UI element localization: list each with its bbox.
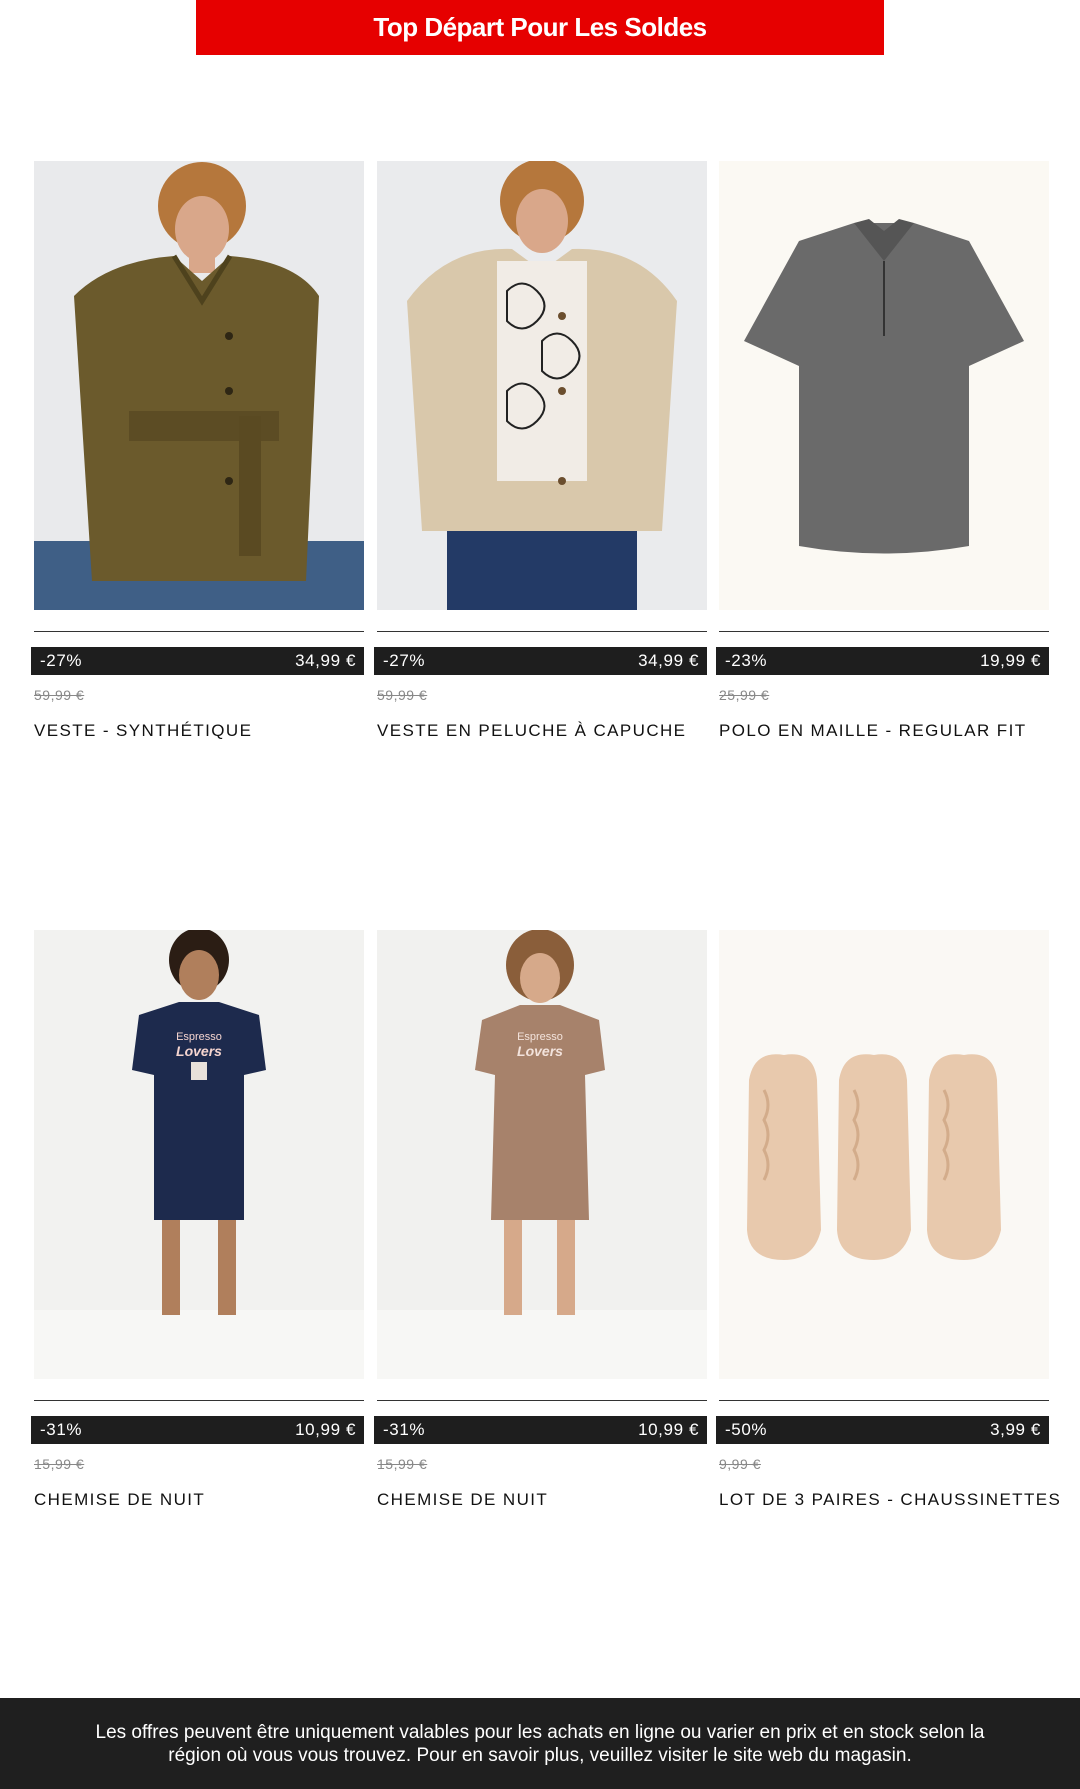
original-price: 9,99 € [719, 1456, 761, 1472]
original-price: 59,99 € [377, 687, 428, 703]
original-price: 59,99 € [34, 687, 85, 703]
disclaimer-footer: Les offres peuvent être uniquement valab… [0, 1698, 1080, 1789]
original-price: 25,99 € [719, 687, 770, 703]
price-bar: -27% 34,99 € [374, 647, 707, 675]
promo-banner[interactable]: Top Départ Pour Les Soldes [196, 0, 884, 55]
product-image-sock-liners[interactable] [719, 930, 1049, 1379]
price-bar: -27% 34,99 € [31, 647, 364, 675]
print-line-1: Espresso [517, 1031, 563, 1043]
divider [34, 1400, 364, 1401]
product-name[interactable]: VESTE EN PELUCHE À CAPUCHE [377, 721, 686, 741]
sale-price: 3,99 € [990, 1420, 1041, 1439]
product-name[interactable]: CHEMISE DE NUIT [377, 1490, 548, 1510]
product-name[interactable]: POLO EN MAILLE - REGULAR FIT [719, 721, 1026, 741]
divider [377, 631, 707, 632]
price-bar: -31% 10,99 € [31, 1416, 364, 1444]
divider [377, 1400, 707, 1401]
disclaimer-text: Les offres peuvent être uniquement valab… [95, 1721, 985, 1766]
price-bar: -23% 19,99 € [716, 647, 1049, 675]
price-bar: -50% 3,99 € [716, 1416, 1049, 1444]
divider [719, 1400, 1049, 1401]
product-image-olive-jacket[interactable] [34, 161, 364, 610]
print-line-2: Lovers [517, 1043, 563, 1059]
price-bar: -31% 10,99 € [374, 1416, 707, 1444]
original-price: 15,99 € [34, 1456, 85, 1472]
divider [719, 631, 1049, 632]
print-line-2: Lovers [176, 1043, 222, 1059]
sale-price: 34,99 € [295, 651, 356, 670]
product-image-taupe-nightshirt[interactable]: Espresso Lovers [377, 930, 707, 1379]
sale-price: 34,99 € [638, 651, 699, 670]
product-name[interactable]: VESTE - SYNTHÉTIQUE [34, 721, 252, 741]
product-image-teddy-jacket[interactable] [377, 161, 707, 610]
discount-badge: -23% [725, 651, 768, 670]
banner-title: Top Départ Pour Les Soldes [373, 12, 707, 42]
sale-price: 10,99 € [295, 1420, 356, 1439]
product-image-knit-polo[interactable] [719, 161, 1049, 610]
discount-badge: -31% [40, 1420, 83, 1439]
discount-badge: -27% [383, 651, 426, 670]
sale-price: 10,99 € [638, 1420, 699, 1439]
sale-price: 19,99 € [980, 651, 1041, 670]
print-line-1: Espresso [176, 1031, 222, 1043]
discount-badge: -27% [40, 651, 83, 670]
divider [34, 631, 364, 632]
original-price: 15,99 € [377, 1456, 428, 1472]
product-name[interactable]: LOT DE 3 PAIRES - CHAUSSINETTES [719, 1490, 1061, 1510]
product-image-navy-nightshirt[interactable]: Espresso Lovers [34, 930, 364, 1379]
discount-badge: -31% [383, 1420, 426, 1439]
discount-badge: -50% [725, 1420, 768, 1439]
product-name[interactable]: CHEMISE DE NUIT [34, 1490, 205, 1510]
